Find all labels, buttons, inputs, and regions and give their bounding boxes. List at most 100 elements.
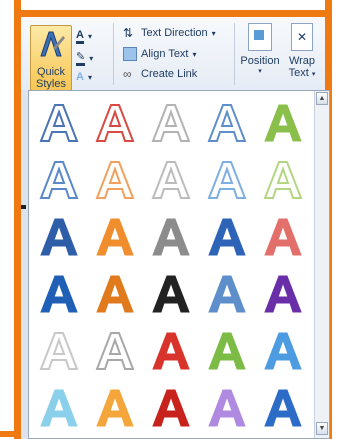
wordart-a-icon: [40, 389, 78, 427]
wordart-style-6-3[interactable]: [147, 382, 195, 434]
wordart-a-icon: [264, 275, 302, 313]
wordart-a-icon: [264, 389, 302, 427]
wordart-a-icon: [151, 161, 191, 199]
wrap-text-label-2: Text ▾: [288, 67, 316, 79]
wordart-style-6-4[interactable]: [203, 382, 251, 434]
wordart-a-icon: [39, 332, 79, 370]
wordart-style-2-5[interactable]: [259, 154, 307, 206]
wordart-style-4-2[interactable]: [91, 268, 139, 320]
wordart-style-2-2[interactable]: [91, 154, 139, 206]
wordart-style-4-3[interactable]: [147, 268, 195, 320]
scroll-up-button[interactable]: ▲: [316, 92, 328, 105]
create-link-button[interactable]: ∞ Create Link: [123, 67, 197, 81]
wordart-style-1-4[interactable]: [203, 97, 251, 149]
scroll-down-button[interactable]: ▼: [316, 422, 328, 435]
wordart-a-icon: [208, 275, 246, 313]
text-effects-icon: A: [76, 71, 84, 83]
wrap-text-label-1: Wrap: [288, 55, 316, 67]
wordart-a-icon: [152, 389, 190, 427]
chevron-down-icon: ▾: [311, 71, 316, 78]
wordart-style-4-5[interactable]: [259, 268, 307, 320]
wordart-a-icon: [40, 275, 78, 313]
position-icon: [248, 23, 272, 51]
wordart-a-icon: [264, 104, 302, 142]
ribbon-drawing-tools: Quick Styles A ▾ ✎ ▾ A ▾ ⇅ Text Directio…: [21, 17, 325, 91]
wordart-style-1-1[interactable]: [35, 97, 83, 149]
quick-styles-icon: [40, 31, 65, 57]
quick-styles-button[interactable]: Quick Styles: [30, 25, 72, 91]
wordart-style-3-4[interactable]: [203, 211, 251, 263]
wordart-a-icon: [96, 275, 134, 313]
wordart-style-2-3[interactable]: [147, 154, 195, 206]
wordart-style-2-1[interactable]: [35, 154, 83, 206]
wordart-a-icon: [264, 218, 302, 256]
text-outline-button[interactable]: ✎ ▾: [76, 51, 93, 66]
wordart-style-4-1[interactable]: [35, 268, 83, 320]
text-fill-icon: A: [76, 29, 84, 44]
text-direction-button[interactable]: ⇅ Text Direction ▾: [123, 26, 216, 40]
group-divider: [234, 23, 235, 85]
wrap-text-icon: ✕: [291, 23, 313, 51]
text-fill-button[interactable]: A ▾: [76, 29, 92, 44]
wordart-style-5-4[interactable]: [203, 325, 251, 377]
wordart-style-5-1[interactable]: [35, 325, 83, 377]
wordart-style-5-2[interactable]: [91, 325, 139, 377]
create-link-label: Create Link: [141, 68, 198, 80]
wordart-a-icon: [39, 104, 79, 142]
wordart-style-5-3[interactable]: [147, 325, 195, 377]
link-icon: ∞: [123, 67, 132, 81]
text-outline-icon: ✎: [76, 51, 86, 66]
wordart-a-icon: [263, 161, 303, 199]
align-text-button[interactable]: Align Text ▾: [123, 47, 197, 61]
wordart-style-1-2[interactable]: [91, 97, 139, 149]
wordart-style-3-2[interactable]: [91, 211, 139, 263]
text-direction-label: Text Direction: [141, 27, 208, 39]
wordart-a-icon: [208, 332, 246, 370]
wordart-style-6-2[interactable]: [91, 382, 139, 434]
chevron-down-icon: ▾: [211, 28, 216, 38]
wordart-style-1-5[interactable]: [259, 97, 307, 149]
document-edge: [21, 90, 28, 439]
wordart-style-5-5[interactable]: [259, 325, 307, 377]
wordart-style-1-3[interactable]: [147, 97, 195, 149]
wordart-a-icon: [152, 332, 190, 370]
quick-styles-label-2: Styles: [36, 78, 66, 90]
group-divider: [113, 23, 114, 85]
position-button[interactable]: Position ▾: [240, 23, 280, 75]
wordart-a-icon: [264, 332, 302, 370]
wordart-a-icon: [96, 218, 134, 256]
wordart-a-icon: [95, 161, 135, 199]
wordart-style-6-5[interactable]: [259, 382, 307, 434]
align-text-label: Align Text: [141, 48, 189, 60]
wordart-a-icon: [96, 389, 134, 427]
callout-frame-left-edge: [14, 0, 21, 10]
gallery-scrollbar[interactable]: ▲ ▼: [314, 91, 329, 438]
wordart-a-icon: [152, 218, 190, 256]
callout-connector-line: [0, 431, 21, 437]
chevron-down-icon: ▾: [89, 54, 94, 63]
wordart-a-icon: [208, 218, 246, 256]
chevron-down-icon: ▾: [258, 68, 262, 75]
callout-frame-right-edge: [325, 0, 332, 10]
wordart-a-icon: [151, 104, 191, 142]
ruler-marker: [21, 205, 26, 209]
chevron-down-icon: ▾: [192, 49, 197, 59]
wordart-a-icon: [40, 218, 78, 256]
wordart-styles-gallery: ▲ ▼: [28, 90, 330, 439]
align-text-icon: [123, 47, 137, 61]
wordart-a-icon: [207, 104, 247, 142]
chevron-down-icon: ▾: [87, 32, 92, 41]
wrap-text-button[interactable]: ✕ Wrap Text ▾: [283, 23, 321, 79]
text-effects-button[interactable]: A ▾: [76, 71, 92, 83]
wordart-a-icon: [207, 161, 247, 199]
chevron-down-icon: ▾: [87, 72, 92, 82]
wordart-style-2-4[interactable]: [203, 154, 251, 206]
text-direction-icon: ⇅: [123, 26, 134, 40]
wordart-a-icon: [208, 389, 246, 427]
wordart-style-6-1[interactable]: [35, 382, 83, 434]
wordart-style-4-4[interactable]: [203, 268, 251, 320]
wordart-style-3-1[interactable]: [35, 211, 83, 263]
wordart-style-3-3[interactable]: [147, 211, 195, 263]
position-label: Position: [240, 55, 280, 67]
wordart-style-3-5[interactable]: [259, 211, 307, 263]
